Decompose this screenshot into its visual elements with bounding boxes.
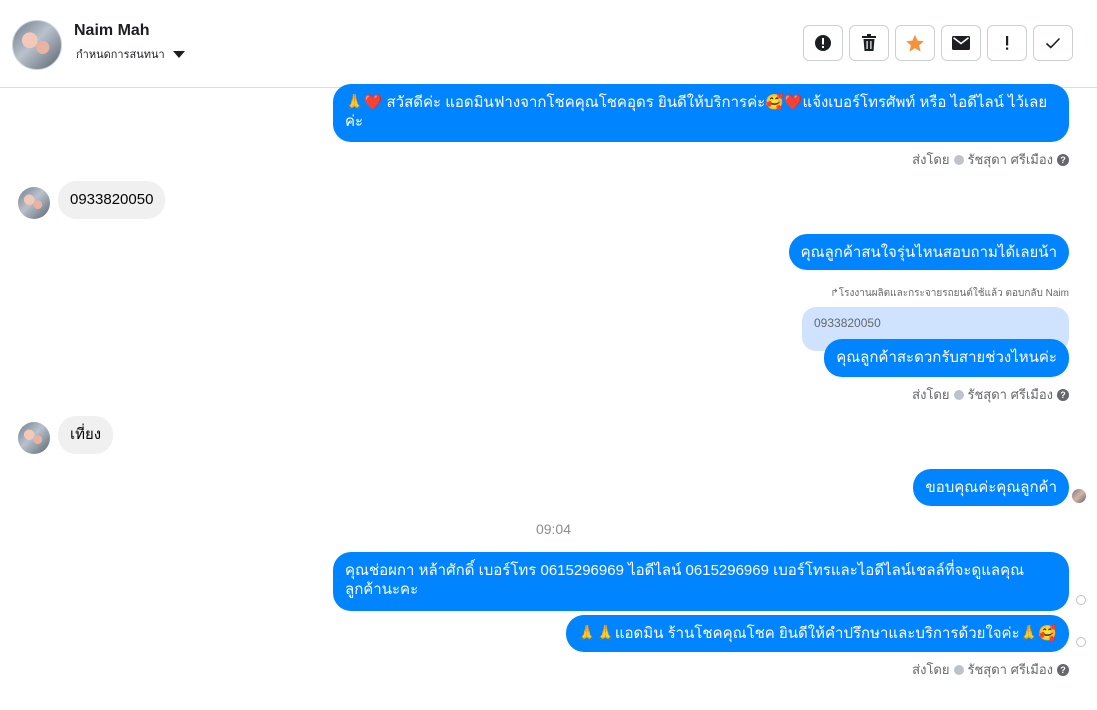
assign-conversation-dropdown[interactable]: กำหนดการสนทนา bbox=[76, 45, 185, 63]
mark-spam-button[interactable] bbox=[803, 25, 843, 61]
caret-down-icon bbox=[172, 50, 185, 58]
mail-icon bbox=[952, 36, 970, 50]
sent-by-name[interactable]: รัชสุดา ศรีเมือง bbox=[968, 149, 1054, 170]
contact-avatar[interactable] bbox=[12, 20, 62, 70]
verified-icon bbox=[953, 389, 964, 400]
outgoing-message[interactable]: คุณลูกค้าสะดวกรับสายช่วงไหนค่ะ bbox=[824, 339, 1069, 377]
delivered-icon bbox=[1076, 637, 1086, 647]
outgoing-message[interactable]: 🙏❤️ สวัสดีค่ะ แอดมินฟางจากโชคคุณโชคอุดร … bbox=[333, 84, 1069, 142]
sent-by-prefix: ส่งโดย bbox=[912, 387, 950, 402]
outgoing-message[interactable]: ขอบคุณค่ะคุณลูกค้า bbox=[913, 469, 1069, 506]
follow-up-button[interactable] bbox=[987, 25, 1027, 61]
sent-by-name[interactable]: รัชสุดา ศรีเมือง bbox=[968, 659, 1054, 680]
sent-by-prefix: ส่งโดย bbox=[912, 152, 950, 167]
incoming-message[interactable]: เที่ยง bbox=[58, 416, 114, 454]
timestamp: 09:04 bbox=[535, 521, 572, 537]
sent-by-prefix: ส่งโดย bbox=[912, 662, 950, 677]
sent-by-info: ส่งโดย รัชสุดา ศรีเมือง ? bbox=[912, 659, 1069, 680]
check-icon bbox=[1045, 37, 1061, 49]
verified-icon bbox=[953, 154, 964, 165]
seen-avatar bbox=[1072, 489, 1086, 503]
delivered-icon bbox=[1076, 595, 1086, 605]
outgoing-message[interactable]: คุณช่อผกา หล้าศักดิ์ เบอร์โทร 0615296969… bbox=[333, 552, 1069, 611]
mark-done-button[interactable] bbox=[1033, 25, 1073, 61]
contact-name[interactable]: Naim Mah bbox=[74, 22, 150, 40]
mark-unread-button[interactable] bbox=[941, 25, 981, 61]
sent-by-info: ส่งโดย รัชสุดา ศรีเมือง ? bbox=[912, 149, 1069, 170]
verified-icon bbox=[953, 664, 964, 675]
outgoing-message[interactable]: คุณลูกค้าสนใจรุ่นไหนสอบถามได้เลยน้า bbox=[788, 234, 1069, 270]
alert-icon bbox=[815, 35, 831, 51]
contact-avatar-small[interactable] bbox=[18, 422, 50, 454]
star-button[interactable] bbox=[895, 25, 935, 61]
conversation-header: Naim Mah กำหนดการสนทนา bbox=[0, 0, 1097, 88]
help-icon[interactable]: ? bbox=[1057, 153, 1069, 166]
trash-icon bbox=[862, 34, 876, 51]
reply-note: ↱โรงงานผลิตและกระจายรถยนต์ใช้แล้ว ตอบกลั… bbox=[830, 288, 1069, 299]
sent-by-name[interactable]: รัชสุดา ศรีเมือง bbox=[968, 384, 1054, 405]
delete-button[interactable] bbox=[849, 25, 889, 61]
contact-avatar-small[interactable] bbox=[18, 187, 50, 219]
conversation-toolbar bbox=[803, 25, 1073, 61]
sent-by-info: ส่งโดย รัชสุดา ศรีเมือง ? bbox=[912, 384, 1069, 405]
incoming-message[interactable]: 0933820050 bbox=[58, 181, 166, 219]
help-icon[interactable]: ? bbox=[1057, 388, 1069, 401]
outgoing-message[interactable]: 🙏🙏แอดมิน ร้านโชคคุณโชค ยินดีให้คำปรึกษาแ… bbox=[565, 615, 1069, 652]
exclamation-icon bbox=[1006, 36, 1009, 50]
star-icon bbox=[906, 34, 924, 52]
help-icon[interactable]: ? bbox=[1057, 663, 1069, 676]
assign-conversation-label: กำหนดการสนทนา bbox=[76, 49, 165, 61]
